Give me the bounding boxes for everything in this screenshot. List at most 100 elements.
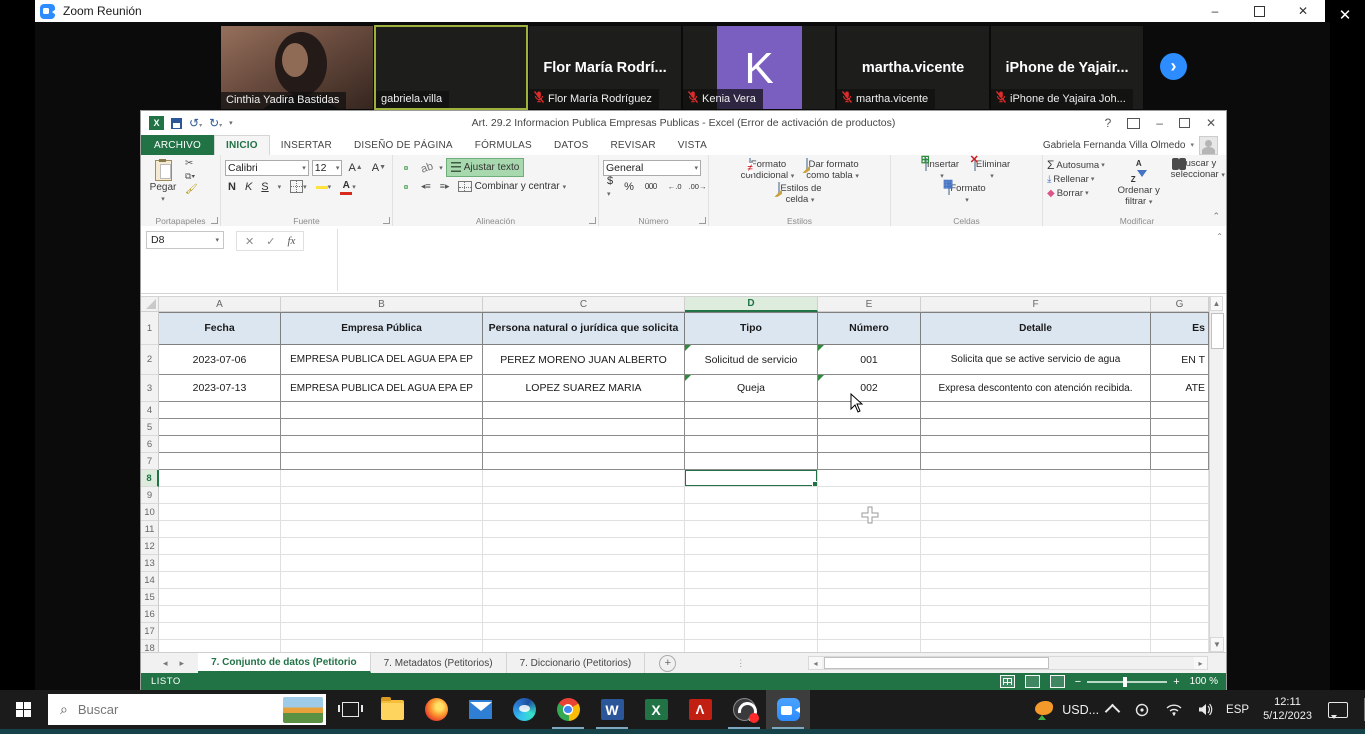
cell-B2[interactable]: EMPRESA PUBLICA DEL AGUA EPA EP [281, 345, 483, 375]
ribbon-tab-dise-o-de-p-gina[interactable]: DISEÑO DE PÁGINA [343, 135, 464, 155]
excel-minimize-button[interactable]: – [1156, 116, 1163, 130]
cell-D15[interactable] [685, 589, 818, 606]
cell-B15[interactable] [281, 589, 483, 606]
cell-D9[interactable] [685, 487, 818, 504]
cell-C3[interactable]: LOPEZ SUAREZ MARIA [483, 375, 685, 402]
scroll-left-icon[interactable]: ◂ [809, 657, 822, 669]
cell-B12[interactable] [281, 538, 483, 555]
wrap-text-button[interactable]: Ajustar texto [446, 158, 525, 177]
cell-D18[interactable] [685, 640, 818, 652]
zoom-out-icon[interactable]: − [1075, 676, 1081, 688]
cell-A8[interactable] [159, 470, 281, 487]
row-header-3[interactable]: 3 [141, 375, 159, 402]
decrease-indent-icon[interactable]: ◂≡ [418, 181, 434, 192]
cell-E8[interactable] [818, 470, 921, 487]
cell-A7[interactable] [159, 453, 281, 470]
cell-C14[interactable] [483, 572, 685, 589]
row-header-14[interactable]: 14 [141, 572, 159, 589]
zoom-slider-thumb[interactable] [1123, 677, 1127, 687]
cell-E7[interactable] [818, 453, 921, 470]
cell-F1[interactable]: Detalle [921, 312, 1151, 345]
increase-indent-icon[interactable]: ≡▸ [437, 181, 453, 192]
cell-D1[interactable]: Tipo [685, 312, 818, 345]
cell-C18[interactable] [483, 640, 685, 652]
ribbon-tab-inicio[interactable]: INICIO [214, 135, 270, 155]
column-header-E[interactable]: E [818, 297, 921, 312]
cell-A12[interactable] [159, 538, 281, 555]
participant-tile-6[interactable]: iPhone de Yajair...iPhone de Yajaira Joh… [990, 25, 1144, 110]
format-cells-button[interactable]: ▦ Formato▾ [944, 182, 991, 206]
cell-styles-button[interactable]: Estilos de celda ▾ [775, 182, 825, 206]
cell-A1[interactable]: Fecha [159, 312, 281, 345]
ribbon-tab-archivo[interactable]: ARCHIVO [141, 135, 214, 155]
cell-D6[interactable] [685, 436, 818, 453]
font-size-combo[interactable]: 12▾ [312, 160, 343, 176]
column-header-A[interactable]: A [159, 297, 281, 312]
cell-C15[interactable] [483, 589, 685, 606]
scroll-down-icon[interactable]: ▼ [1210, 637, 1224, 652]
cell-D17[interactable] [685, 623, 818, 640]
volume-icon[interactable] [1198, 703, 1214, 716]
cell-D4[interactable] [685, 402, 818, 419]
row-header-11[interactable]: 11 [141, 521, 159, 538]
cell-B16[interactable] [281, 606, 483, 623]
cell-E2[interactable]: 001 [818, 345, 921, 375]
cell-B18[interactable] [281, 640, 483, 652]
cell-D10[interactable] [685, 504, 818, 521]
align-middle-icon[interactable] [404, 166, 408, 170]
cell-F11[interactable] [921, 521, 1151, 538]
cell-A10[interactable] [159, 504, 281, 521]
cell-G7[interactable] [1151, 453, 1209, 470]
participant-tile-3[interactable]: Flor María Rodrí...Flor María Rodríguez [528, 25, 682, 110]
cell-C13[interactable] [483, 555, 685, 572]
underline-button[interactable]: S [258, 181, 271, 193]
cell-B4[interactable] [281, 402, 483, 419]
cell-B14[interactable] [281, 572, 483, 589]
row-header-18[interactable]: 18 [141, 640, 159, 652]
cell-E13[interactable] [818, 555, 921, 572]
cell-A9[interactable] [159, 487, 281, 504]
wifi-icon[interactable] [1166, 703, 1182, 716]
qat-customize-icon[interactable]: ▾ [229, 119, 233, 127]
row-header-13[interactable]: 13 [141, 555, 159, 572]
cell-F10[interactable] [921, 504, 1151, 521]
cell-E18[interactable] [818, 640, 921, 652]
horizontal-scroll-thumb[interactable] [824, 657, 1049, 669]
cell-G4[interactable] [1151, 402, 1209, 419]
cell-A4[interactable] [159, 402, 281, 419]
row-header-6[interactable]: 6 [141, 436, 159, 453]
align-center-icon[interactable] [404, 185, 408, 189]
cell-G11[interactable] [1151, 521, 1209, 538]
number-format-combo[interactable]: General▾ [603, 160, 701, 176]
taskbar-app-firefox[interactable] [414, 690, 458, 729]
merge-center-button[interactable]: Combinar y centrar▾ [456, 181, 569, 192]
cell-A3[interactable]: 2023-07-13 [159, 375, 281, 402]
cell-B10[interactable] [281, 504, 483, 521]
cell-B1[interactable]: Empresa Pública [281, 312, 483, 345]
fill-color-icon[interactable]: ▾ [313, 183, 335, 191]
cell-F12[interactable] [921, 538, 1151, 555]
orientation-icon[interactable]: ab [416, 159, 437, 177]
minimize-button[interactable]: – [1193, 0, 1237, 22]
cell-A17[interactable] [159, 623, 281, 640]
cut-icon[interactable]: ✂ [185, 158, 217, 169]
close-button[interactable]: ✕ [1281, 0, 1325, 22]
decrease-font-icon[interactable]: A▼ [369, 162, 389, 174]
row-header-17[interactable]: 17 [141, 623, 159, 640]
vertical-scroll-thumb[interactable] [1211, 313, 1224, 349]
cell-C12[interactable] [483, 538, 685, 555]
normal-view-icon[interactable] [1000, 675, 1015, 688]
cell-G2[interactable]: EN T [1151, 345, 1209, 375]
taskbar-app-acrobat[interactable]: Λ [678, 690, 722, 729]
cell-D2[interactable]: Solicitud de servicio [685, 345, 818, 375]
cast-icon[interactable] [1134, 703, 1150, 717]
ribbon-display-options-icon[interactable] [1127, 118, 1140, 129]
scroll-right-icon[interactable]: ▸ [1194, 657, 1207, 669]
taskbar-app-obs[interactable] [722, 690, 766, 729]
cell-E17[interactable] [818, 623, 921, 640]
sort-filter-button[interactable]: AZ Ordenar y filtrar ▾ [1111, 158, 1167, 208]
cell-F6[interactable] [921, 436, 1151, 453]
name-box[interactable]: D8▾ [146, 231, 224, 249]
italic-button[interactable]: K [242, 181, 255, 193]
cell-B11[interactable] [281, 521, 483, 538]
